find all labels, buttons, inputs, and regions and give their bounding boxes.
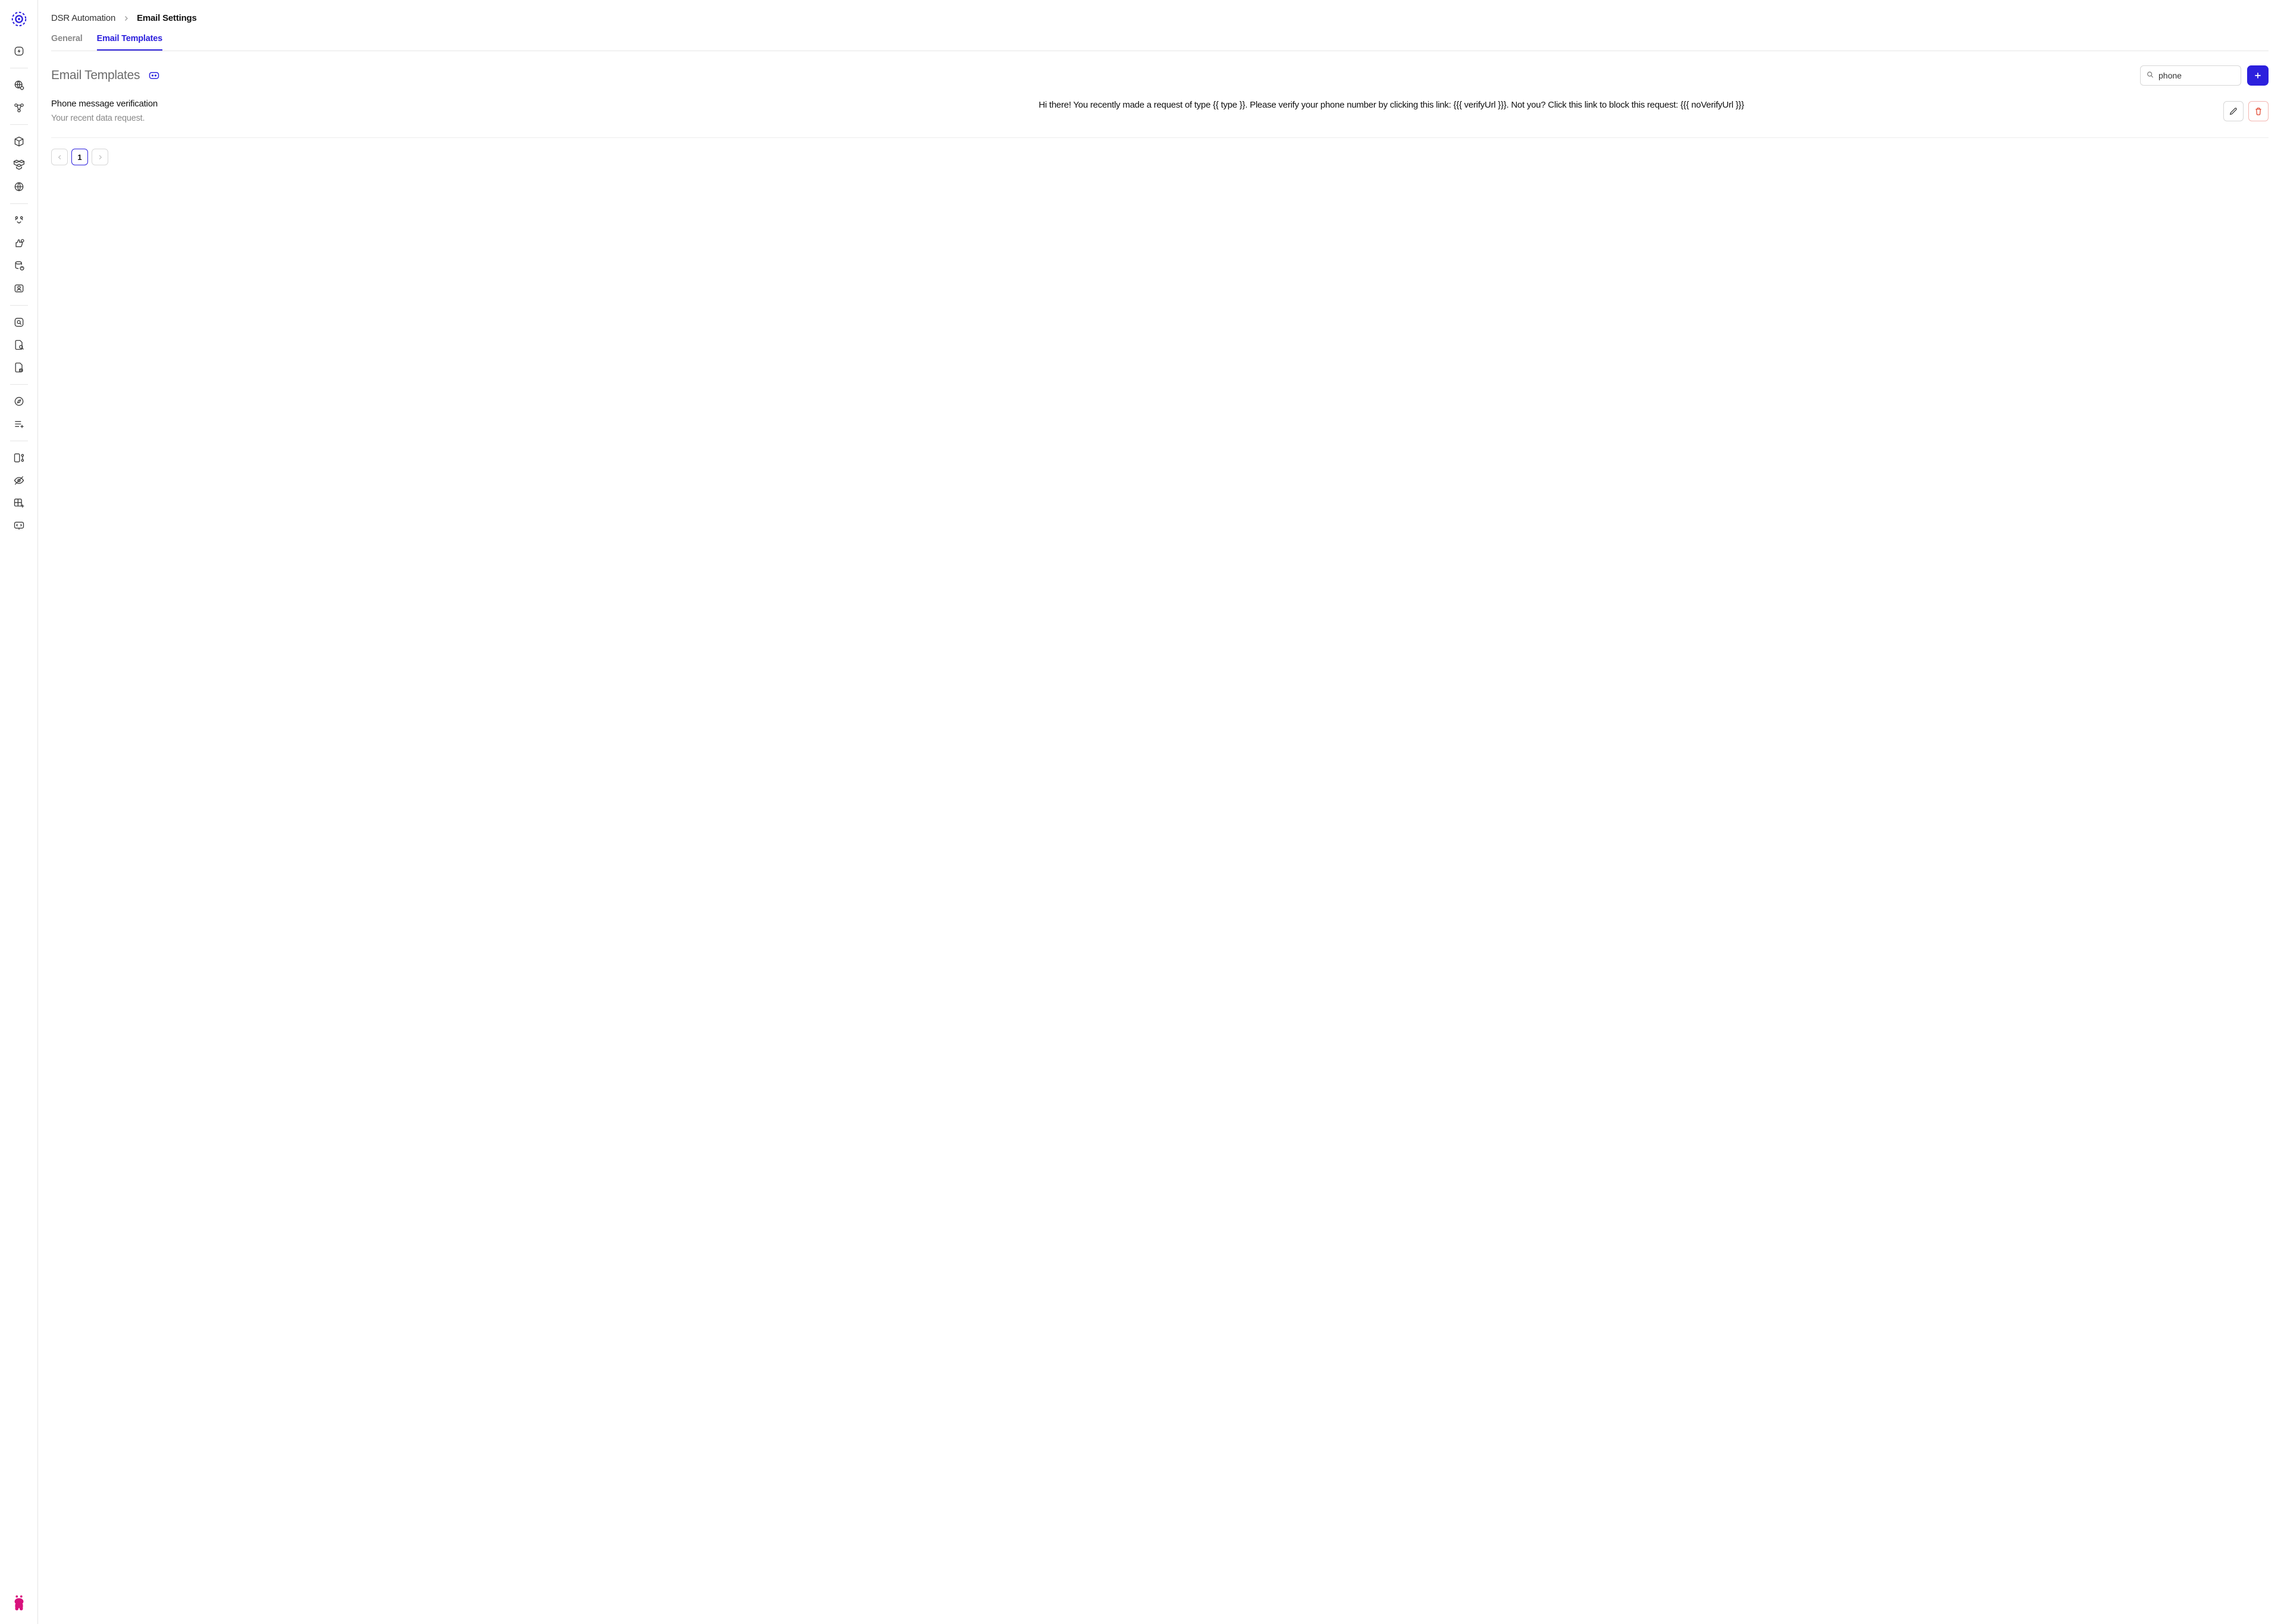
nav-search-box-icon[interactable]: [8, 314, 30, 331]
nav-handshake-icon[interactable]: [8, 212, 30, 229]
template-title: Phone message verification: [51, 99, 1027, 109]
edit-template-button[interactable]: [2223, 101, 2244, 121]
nav-globe-settings-icon[interactable]: [8, 77, 30, 93]
tab-email-templates[interactable]: Email Templates: [97, 34, 162, 51]
nav-user-card-icon[interactable]: [8, 280, 30, 297]
nav-code-monitor-icon[interactable]: [8, 517, 30, 534]
nav-thumbs-up-icon[interactable]: [8, 235, 30, 252]
sidebar: [0, 0, 38, 1624]
experimental-badge-icon: [148, 70, 160, 81]
trash-icon: [2254, 106, 2263, 116]
search-icon: [2146, 71, 2154, 81]
nav-eye-off-icon[interactable]: [8, 472, 30, 489]
pagination: 1: [51, 149, 2269, 165]
search-wrap: [2140, 65, 2241, 86]
breadcrumb: DSR Automation Email Settings: [51, 13, 2269, 23]
breadcrumb-parent[interactable]: DSR Automation: [51, 13, 115, 23]
nav-file-database-icon[interactable]: [8, 359, 30, 376]
page-number-1[interactable]: 1: [71, 149, 88, 165]
add-template-button[interactable]: [2247, 65, 2269, 86]
nav-boxes-stacked-icon[interactable]: [8, 156, 30, 172]
nav-graph-nodes-icon[interactable]: [8, 99, 30, 116]
nav-database-power-icon[interactable]: [8, 257, 30, 274]
nav-file-search-icon[interactable]: [8, 337, 30, 353]
page-title: Email Templates: [51, 68, 140, 83]
nav-bolt-icon[interactable]: [8, 43, 30, 59]
search-input[interactable]: [2140, 65, 2241, 86]
main-content: DSR Automation Email Settings General Em…: [38, 0, 2284, 1624]
page-next-button[interactable]: [92, 149, 108, 165]
plus-icon: [2253, 71, 2263, 80]
tabbar: General Email Templates: [51, 34, 2269, 51]
nav-layout-sliders-icon[interactable]: [8, 450, 30, 466]
pencil-icon: [2229, 106, 2238, 116]
delete-template-button[interactable]: [2248, 101, 2269, 121]
template-row: Phone message verification Your recent d…: [51, 89, 2269, 138]
nav-list-plus-icon[interactable]: [8, 416, 30, 432]
chevron-right-icon: [123, 15, 130, 22]
tab-general[interactable]: General: [51, 34, 83, 51]
nav-table-plus-icon[interactable]: [8, 495, 30, 511]
chevron-right-icon: [97, 154, 103, 161]
page-prev-button[interactable]: [51, 149, 68, 165]
nav-globe-icon[interactable]: [8, 178, 30, 195]
breadcrumb-current: Email Settings: [137, 13, 197, 23]
template-body: Hi there! You recently made a request of…: [1039, 99, 2211, 123]
nav-brand-bottom-icon[interactable]: [8, 1592, 30, 1613]
nav-compass-icon[interactable]: [8, 393, 30, 410]
app-logo[interactable]: [10, 10, 29, 29]
chevron-left-icon: [57, 154, 63, 161]
template-subject: Your recent data request.: [51, 114, 1027, 123]
nav-box-icon[interactable]: [8, 133, 30, 150]
